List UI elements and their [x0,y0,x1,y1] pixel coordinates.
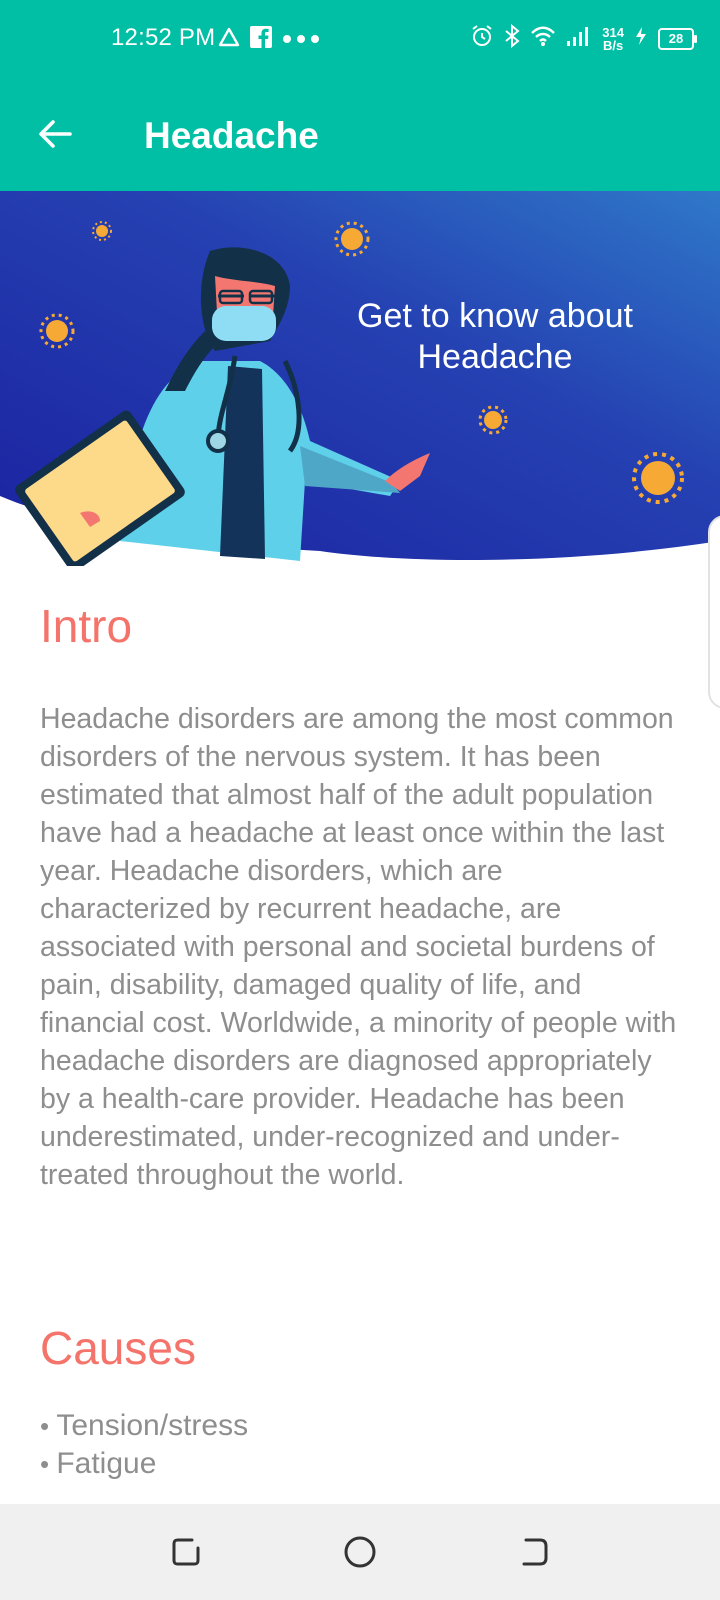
causes-heading: Causes [40,1322,196,1374]
banner-heading: Get to know about Headache [330,296,660,378]
signal-icon [566,25,592,52]
banner-illustration [0,191,720,566]
app-header: 12:52 PM 314 B/s 28 Headache [0,0,720,191]
status-right-icons: 314 B/s 28 [470,23,697,53]
net-speed-unit: B/s [603,37,624,53]
system-navigation-bar [0,1504,720,1600]
net-speed: 314 B/s [602,26,624,52]
facebook-icon [250,26,272,53]
app-bar: Headache [0,95,720,185]
page-title: Headache [144,115,319,156]
arrow-left-icon [38,119,72,154]
net-speed-value: 314 [602,24,624,40]
intro-heading: Intro [40,600,133,652]
causes-list: Tension/stress Fatigue [40,1407,248,1483]
back-button[interactable] [30,111,80,161]
list-item: Fatigue [40,1445,248,1483]
recents-icon [164,1538,208,1578]
battery-icon: 28 [658,27,697,50]
back-nav-button[interactable] [512,1530,556,1574]
charging-icon [634,26,648,51]
home-icon [338,1536,382,1578]
status-left-icons [218,26,322,53]
bluetooth-icon [504,23,520,53]
home-button[interactable] [338,1530,382,1574]
intro-paragraph: Headache disorders are among the most co… [40,703,677,1191]
status-time: 12:52 PM [111,24,216,51]
banner-line-1: Get to know about [357,297,633,335]
recents-button[interactable] [164,1530,208,1574]
hero-banner: Get to know about Headache [0,191,720,566]
more-dots-icon [282,31,322,49]
back-icon [512,1538,556,1578]
warning-icon [218,27,240,52]
status-bar: 12:52 PM 314 B/s 28 [0,0,720,80]
battery-level: 28 [668,31,684,46]
list-item: Tension/stress [40,1407,248,1445]
edge-panel-handle[interactable] [708,515,720,709]
banner-line-2: Headache [417,338,573,376]
alarm-icon [470,24,494,53]
wifi-icon [530,25,556,52]
